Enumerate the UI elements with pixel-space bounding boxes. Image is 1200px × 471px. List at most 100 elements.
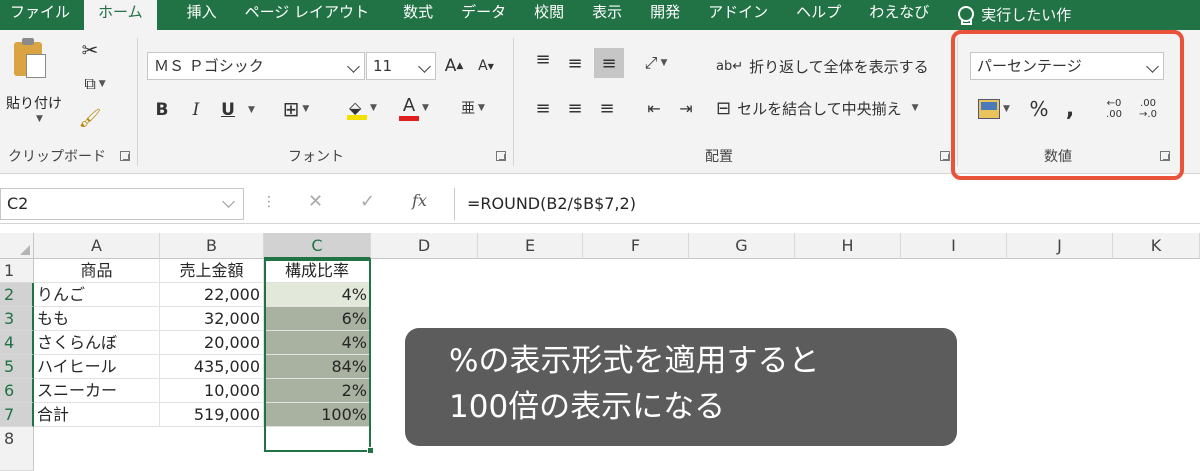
column-header-k[interactable]: K bbox=[1113, 233, 1200, 259]
ribbon-tabs: ファイル ホーム 挿入 ページ レイアウト 数式 データ 校閲 表示 開発 アド… bbox=[0, 0, 1200, 30]
cell-b5[interactable]: 435,000 bbox=[160, 355, 264, 379]
format-painter-icon[interactable]: 🖌 bbox=[78, 106, 102, 130]
row-header-4[interactable]: 4 bbox=[0, 331, 34, 355]
font-size-dropdown[interactable]: 11 bbox=[366, 52, 436, 80]
tab-help[interactable]: ヘルプ bbox=[782, 0, 855, 30]
grow-font-button[interactable]: A ▲ bbox=[442, 54, 466, 78]
underline-dropdown-icon[interactable]: ▼ bbox=[242, 96, 258, 124]
enter-icon[interactable]: ✓ bbox=[360, 191, 375, 212]
phonetic-button[interactable]: 亜 ▼ bbox=[456, 92, 490, 124]
cell-a4[interactable]: さくらんぼ bbox=[34, 331, 160, 355]
increase-indent-icon[interactable]: ⇥ bbox=[672, 94, 700, 122]
column-header-b[interactable]: B bbox=[160, 233, 264, 259]
cell-a1[interactable]: 商品 bbox=[34, 259, 160, 283]
shrink-font-button[interactable]: A ▼ bbox=[474, 54, 498, 78]
tell-me-box[interactable]: 実行したい作 bbox=[943, 0, 1085, 30]
cell-c1[interactable]: 構成比率 bbox=[264, 259, 371, 283]
tab-file[interactable]: ファイル bbox=[0, 0, 84, 30]
font-launcher-icon[interactable] bbox=[496, 151, 506, 161]
tab-page-layout[interactable]: ページ レイアウト bbox=[231, 0, 383, 30]
alignment-launcher-icon[interactable] bbox=[940, 151, 950, 161]
tab-home[interactable]: ホーム bbox=[84, 0, 157, 30]
font-color-button[interactable]: A ▼ bbox=[392, 92, 436, 124]
align-center-icon[interactable]: ≡ bbox=[562, 94, 588, 122]
merge-center-button[interactable]: ⊟ セルを結合して中央揃え ▼ bbox=[716, 94, 944, 122]
cancel-icon[interactable]: ✕ bbox=[308, 191, 323, 212]
insert-function-icon[interactable]: fx bbox=[412, 191, 427, 210]
borders-button[interactable]: ⊞ ▼ bbox=[274, 94, 318, 124]
clipboard-group-label: クリップボード bbox=[8, 149, 106, 165]
cell-c6[interactable]: 2% bbox=[264, 379, 371, 403]
formula-input[interactable]: =ROUND(B2/$B$7,2) bbox=[454, 188, 1200, 220]
row-header-7[interactable]: 7 bbox=[0, 403, 34, 427]
column-header-c[interactable]: C bbox=[264, 233, 371, 259]
top-align-icon[interactable]: ≡ bbox=[530, 46, 556, 72]
fill-handle[interactable] bbox=[367, 447, 374, 454]
fill-color-button[interactable]: ⬙ ▼ bbox=[340, 92, 384, 124]
cell-a2[interactable]: りんご bbox=[34, 283, 160, 307]
align-right-icon[interactable]: ≡ bbox=[594, 94, 620, 122]
group-divider bbox=[137, 38, 138, 166]
column-header-i[interactable]: I bbox=[901, 233, 1007, 259]
font-name-dropdown[interactable]: ＭＳ Ｐゴシック bbox=[147, 52, 365, 80]
column-header-a[interactable]: A bbox=[34, 233, 160, 259]
column-header-f[interactable]: F bbox=[583, 233, 689, 259]
bold-button[interactable]: B bbox=[150, 96, 174, 124]
font-size-value: 11 bbox=[373, 57, 393, 75]
chevron-down-icon bbox=[418, 60, 431, 73]
tab-developer[interactable]: 開発 bbox=[636, 0, 694, 30]
cell-c4[interactable]: 4% bbox=[264, 331, 371, 355]
number-group-highlight bbox=[951, 30, 1184, 180]
cell-c7[interactable]: 100% bbox=[264, 403, 371, 427]
tab-review[interactable]: 校閲 bbox=[520, 0, 578, 30]
middle-align-icon[interactable]: ≡ bbox=[562, 50, 588, 76]
row-header-8[interactable]: 8 bbox=[0, 427, 34, 471]
tab-view[interactable]: 表示 bbox=[578, 0, 636, 30]
chevron-down-icon bbox=[222, 195, 235, 208]
cell-a6[interactable]: スニーカー bbox=[34, 379, 160, 403]
decrease-indent-icon[interactable]: ⇤ bbox=[640, 94, 668, 122]
bottom-align-icon[interactable]: ≡ bbox=[594, 48, 624, 78]
row-header-5[interactable]: 5 bbox=[0, 355, 34, 379]
cell-c5[interactable]: 84% bbox=[264, 355, 371, 379]
wrap-text-button[interactable]: ab↵ 折り返して全体を表示する bbox=[716, 52, 940, 80]
tab-insert[interactable]: 挿入 bbox=[157, 0, 231, 30]
column-header-d[interactable]: D bbox=[371, 233, 478, 259]
copy-icon[interactable]: ⧉ ▼ bbox=[74, 72, 116, 96]
cell-b6[interactable]: 10,000 bbox=[160, 379, 264, 403]
name-box-value: C2 bbox=[7, 194, 29, 213]
callout-line-2: 100倍の表示になる bbox=[449, 389, 726, 425]
row-header-3[interactable]: 3 bbox=[0, 307, 34, 331]
cell-b7[interactable]: 519,000 bbox=[160, 403, 264, 427]
select-all-button[interactable] bbox=[0, 233, 34, 259]
orientation-icon[interactable]: ⤢ ▼ bbox=[636, 50, 676, 76]
underline-button[interactable]: U bbox=[216, 96, 240, 124]
cell-c2[interactable]: 4% bbox=[264, 283, 371, 307]
row-header-1[interactable]: 1 bbox=[0, 259, 34, 283]
tab-waenavi[interactable]: わえなび bbox=[855, 0, 943, 30]
column-header-j[interactable]: J bbox=[1007, 233, 1113, 259]
cell-b1[interactable]: 売上金額 bbox=[160, 259, 264, 283]
column-header-h[interactable]: H bbox=[795, 233, 901, 259]
tab-data[interactable]: データ bbox=[447, 0, 520, 30]
tab-addins[interactable]: アドイン bbox=[694, 0, 782, 30]
tab-formulas[interactable]: 数式 bbox=[383, 0, 447, 30]
formula-bar-grip[interactable]: ⋮ bbox=[262, 194, 276, 210]
paste-dropdown-icon[interactable]: ▼ bbox=[36, 114, 43, 124]
row-header-6[interactable]: 6 bbox=[0, 379, 34, 403]
row-header-2[interactable]: 2 bbox=[0, 283, 34, 307]
clipboard-launcher-icon[interactable] bbox=[120, 151, 130, 161]
cell-b2[interactable]: 22,000 bbox=[160, 283, 264, 307]
italic-button[interactable]: I bbox=[184, 96, 208, 124]
column-header-g[interactable]: G bbox=[689, 233, 795, 259]
cell-b3[interactable]: 32,000 bbox=[160, 307, 264, 331]
align-left-icon[interactable]: ≡ bbox=[530, 94, 556, 122]
cut-icon[interactable]: ✂ bbox=[78, 38, 102, 62]
cell-a5[interactable]: ハイヒール bbox=[34, 355, 160, 379]
cell-b4[interactable]: 20,000 bbox=[160, 331, 264, 355]
cell-a7[interactable]: 合計 bbox=[34, 403, 160, 427]
cell-c3[interactable]: 6% bbox=[264, 307, 371, 331]
name-box[interactable]: C2 bbox=[0, 188, 244, 220]
column-header-e[interactable]: E bbox=[478, 233, 583, 259]
cell-a3[interactable]: もも bbox=[34, 307, 160, 331]
